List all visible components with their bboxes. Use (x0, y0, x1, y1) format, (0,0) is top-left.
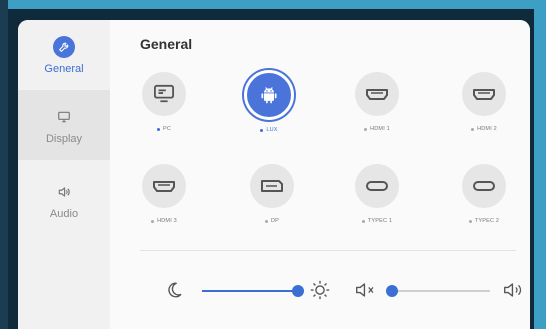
main-content: General PC LUX HDMI 1 HDMI 2 HDMI 3 DP T… (110, 20, 530, 329)
source-dp[interactable]: DP (232, 164, 312, 244)
monitor-icon (53, 106, 75, 128)
sidebar-item-display[interactable]: Display (18, 90, 110, 160)
speaker-loud-icon (502, 279, 528, 301)
source-label: HDMI 1 (370, 126, 390, 132)
source-label: HDMI 2 (477, 126, 497, 132)
wrench-icon (53, 35, 75, 58)
window-right-border (534, 0, 546, 329)
source-label: PC (162, 126, 172, 132)
pc-icon (142, 72, 186, 116)
source-label: DP (270, 218, 280, 224)
hdmi-port-icon (142, 164, 186, 208)
source-label: HDMI 3 (157, 218, 177, 224)
speaker-icon (53, 181, 75, 203)
source-label: TYPEC 2 (474, 218, 500, 224)
source-label: TYPEC 1 (367, 218, 393, 224)
brightness-fill (202, 290, 298, 292)
mute-icon (354, 279, 380, 301)
displayport-icon (250, 164, 294, 208)
android-icon (244, 70, 294, 120)
sidebar-item-label: Display (45, 132, 83, 145)
page-title: General (140, 36, 193, 52)
hdmi-port-icon (462, 72, 506, 116)
sun-icon (308, 278, 332, 302)
usb-c-icon (355, 164, 399, 208)
source-label: LUX (266, 127, 278, 133)
moon-icon (164, 280, 184, 300)
volume-knob[interactable] (386, 285, 398, 297)
divider (140, 250, 516, 251)
sidebar-item-general[interactable]: General (18, 20, 110, 90)
window-left-border (0, 0, 8, 329)
sidebar: General Display Audio (18, 20, 110, 329)
hdmi-port-icon (355, 72, 399, 116)
source-hdmi-1[interactable]: HDMI 1 (337, 72, 417, 152)
settings-panel: General Display Audio General PC LUX HDM… (18, 20, 530, 329)
source-typec-1[interactable]: TYPEC 1 (337, 164, 417, 244)
source-typec-2[interactable]: TYPEC 2 (444, 164, 524, 244)
window-top-border (0, 0, 546, 9)
source-pc[interactable]: PC (124, 72, 204, 152)
brightness-knob[interactable] (292, 285, 304, 297)
source-lux[interactable]: LUX (229, 70, 309, 150)
sidebar-item-audio[interactable]: Audio (18, 165, 110, 235)
source-hdmi-2[interactable]: HDMI 2 (444, 72, 524, 152)
sidebar-item-label: General (44, 62, 84, 75)
sidebar-item-label: Audio (49, 207, 79, 220)
usb-c-icon (462, 164, 506, 208)
source-hdmi-3[interactable]: HDMI 3 (124, 164, 204, 244)
